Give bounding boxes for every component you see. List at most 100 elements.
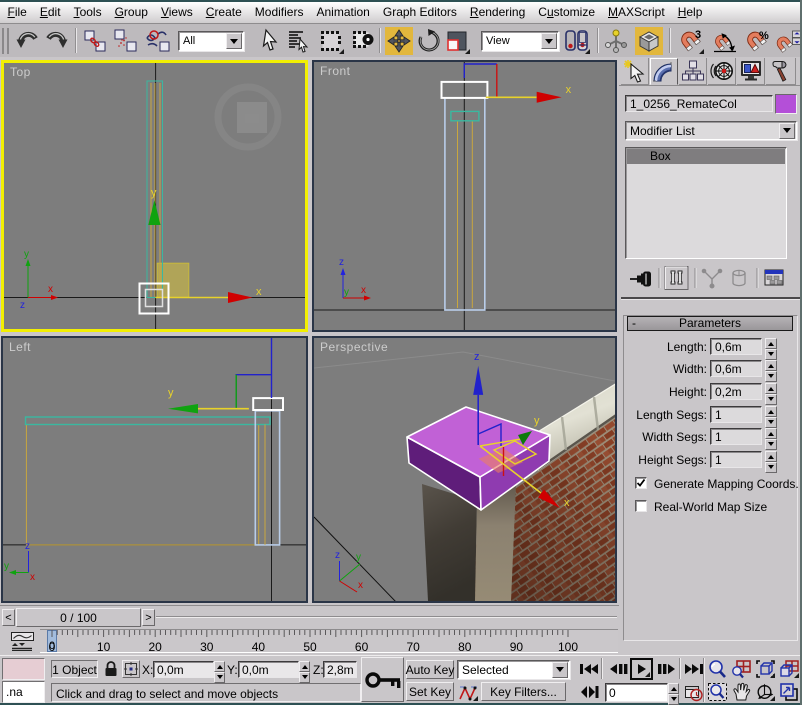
default-tangents-button[interactable] <box>458 683 479 702</box>
x-coord-spinner[interactable] <box>214 661 225 678</box>
tab-display[interactable] <box>737 58 765 85</box>
param-length-segs-spinner[interactable] <box>765 406 777 423</box>
coord-system-combo[interactable]: View <box>481 31 559 51</box>
select-and-rotate-button[interactable] <box>415 27 443 55</box>
use-pivot-point-center-button[interactable] <box>563 27 591 55</box>
percent-snap-button[interactable]: % <box>743 27 771 55</box>
spinner-up-button[interactable] <box>214 661 225 672</box>
tab-utilities[interactable] <box>766 58 796 85</box>
spinner-down-button[interactable] <box>765 417 777 428</box>
spinner-snap-button[interactable] <box>775 27 802 55</box>
menu-tools[interactable]: Tools <box>67 4 108 21</box>
bind-to-space-warp-button[interactable] <box>144 27 172 55</box>
menu-customize[interactable]: Customize <box>532 4 602 21</box>
window-crossing-button[interactable] <box>349 27 377 55</box>
spinner-down-button[interactable] <box>765 371 777 382</box>
y-coord-spinner[interactable] <box>299 661 310 678</box>
stack-item-box[interactable]: Box <box>627 149 785 164</box>
time-configuration-button[interactable] <box>684 684 704 702</box>
spinner-down-button[interactable] <box>765 439 777 450</box>
spinner-down-button[interactable] <box>765 349 777 360</box>
spinner-down-button[interactable] <box>299 672 310 683</box>
x-coord-field[interactable]: 0,0m <box>153 661 214 678</box>
menu-file[interactable]: File <box>1 4 33 21</box>
maxscript-mini-listener[interactable]: .na <box>2 681 45 703</box>
rectangular-selection-region-button[interactable] <box>317 27 345 55</box>
time-slider-track[interactable] <box>156 616 617 618</box>
menu-rendering[interactable]: Rendering <box>463 4 531 21</box>
menu-help[interactable]: Help <box>671 4 709 21</box>
modifier-list-combo[interactable]: Modifier List <box>625 121 797 140</box>
pan-button[interactable] <box>731 682 752 702</box>
anim-mode-dropdown-button[interactable] <box>552 662 568 678</box>
angle-snap-button[interactable] <box>711 27 739 55</box>
toolbar-grip[interactable] <box>2 28 9 54</box>
real-world-map-size-checkbox[interactable] <box>635 500 647 512</box>
time-slider-prev-button[interactable]: < <box>2 609 15 626</box>
open-mini-curve-editor-button[interactable] <box>10 631 36 652</box>
select-object-button[interactable] <box>256 27 284 55</box>
viewport-front[interactable]: x z x y Front <box>312 60 617 332</box>
viewport-perspective[interactable]: z x y z y x Perspective <box>312 336 617 603</box>
set-key-button[interactable]: Set Key <box>406 682 454 701</box>
keyboard-shortcut-override-button[interactable] <box>635 27 663 55</box>
param-length-segs-field[interactable]: 1 <box>710 406 762 423</box>
y-coord-field[interactable]: 0,0m <box>238 661 299 678</box>
param-width-segs-field[interactable]: 1 <box>710 428 762 445</box>
go-to-end-button[interactable] <box>683 660 705 678</box>
zoom-button[interactable] <box>707 659 728 679</box>
spinner-up-button[interactable] <box>765 406 777 417</box>
zoom-extents-all-button[interactable] <box>779 659 800 679</box>
modifier-list-dropdown-button[interactable] <box>779 123 795 139</box>
maxscript-mini-listener-pink[interactable] <box>2 658 45 680</box>
param-width-segs-spinner[interactable] <box>765 428 777 445</box>
object-name-field[interactable]: 1_0256_RemateCol <box>625 95 773 112</box>
spinner-down-button[interactable] <box>765 394 777 405</box>
object-color-swatch[interactable] <box>775 94 797 114</box>
parameters-rollout-header[interactable]: -Parameters <box>627 316 793 331</box>
spinner-down-button[interactable] <box>214 672 225 683</box>
time-slider-handle[interactable]: 0 / 100 <box>16 608 141 627</box>
param-height-field[interactable]: 0,2m <box>710 383 762 400</box>
menu-views[interactable]: Views <box>154 4 199 21</box>
next-frame-button[interactable] <box>656 660 678 678</box>
modifier-stack-list[interactable]: Box <box>625 147 787 259</box>
spinner-up-button[interactable] <box>765 451 777 462</box>
param-width-field[interactable]: 0,6m <box>710 360 762 377</box>
undo-button[interactable] <box>14 27 42 55</box>
region-zoom-button[interactable] <box>707 682 728 702</box>
go-to-start-button[interactable] <box>578 660 600 678</box>
param-height-spinner[interactable] <box>765 383 777 400</box>
select-and-link-button[interactable] <box>81 27 109 55</box>
menu-modifiers[interactable]: Modifiers <box>248 4 310 21</box>
menu-animation[interactable]: Animation <box>310 4 376 21</box>
tab-modify[interactable] <box>650 58 678 85</box>
spinner-down-button[interactable] <box>668 694 679 705</box>
viewport-top[interactable]: x y y x z Top <box>1 60 308 332</box>
key-filters-button[interactable]: Key Filters... <box>481 682 566 701</box>
viewport-front-label[interactable]: Front <box>320 64 351 78</box>
spinner-up-button[interactable] <box>765 428 777 439</box>
spinner-up-button[interactable] <box>765 383 777 394</box>
previous-frame-button[interactable] <box>607 660 629 678</box>
select-and-move-button[interactable] <box>385 27 413 55</box>
play-animation-button[interactable] <box>630 658 653 680</box>
tab-create[interactable] <box>621 58 649 85</box>
viewport-perspective-label[interactable]: Perspective <box>320 340 388 354</box>
maximize-viewport-toggle-button[interactable] <box>779 682 800 702</box>
unlink-selection-button[interactable] <box>111 27 139 55</box>
spinner-up-button[interactable] <box>765 360 777 371</box>
select-by-name-button[interactable] <box>285 27 313 55</box>
viewport-left[interactable]: y z y x Left <box>1 336 308 603</box>
anim-mode-combo[interactable]: Selected <box>457 660 570 679</box>
spinner-up-button[interactable] <box>668 683 679 694</box>
param-height-segs-spinner[interactable] <box>765 451 777 468</box>
arc-rotate-button[interactable] <box>755 682 776 702</box>
tab-hierarchy[interactable] <box>679 58 707 85</box>
menu-graph-editors[interactable]: Graph Editors <box>376 4 463 21</box>
absolute-mode-transform-button[interactable] <box>122 660 140 678</box>
spinner-up-button[interactable] <box>765 338 777 349</box>
viewport-top-label[interactable]: Top <box>10 65 31 79</box>
menu-maxscript[interactable]: MAXScript <box>602 4 672 21</box>
spinner-up-button[interactable] <box>299 661 310 672</box>
